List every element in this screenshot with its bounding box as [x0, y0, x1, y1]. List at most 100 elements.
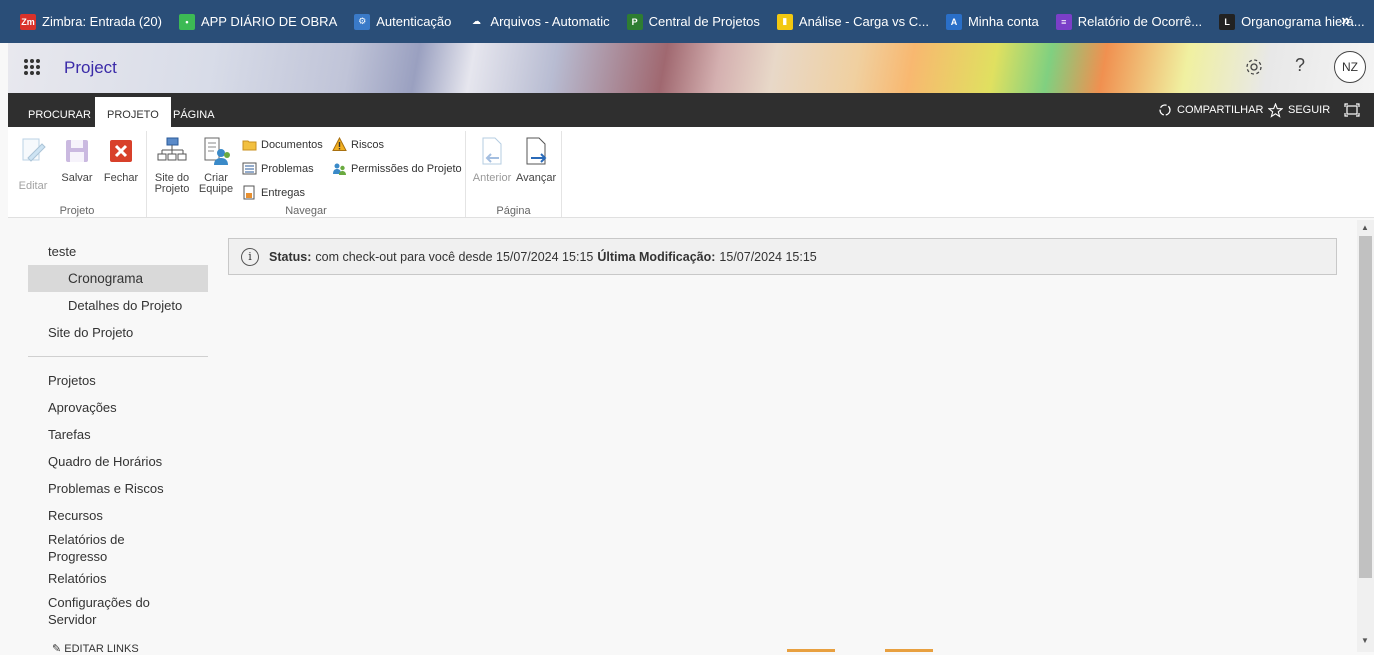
- user-avatar[interactable]: NZ: [1334, 51, 1366, 83]
- documents-button[interactable]: Documentos: [242, 137, 323, 152]
- edit-links-label: EDITAR LINKS: [64, 643, 139, 655]
- share-button[interactable]: COMPARTILHAR: [1158, 93, 1263, 127]
- gear-globe-icon: ⚙: [354, 13, 371, 30]
- project-site-button[interactable]: Site do Projeto: [153, 136, 191, 195]
- status-bar: i Status: com check-out para você desde …: [228, 238, 1337, 275]
- tab-projeto[interactable]: PROJETO: [95, 97, 171, 127]
- previous-button[interactable]: Anterior: [472, 136, 512, 184]
- bookmarks-overflow-button[interactable]: »: [1341, 12, 1350, 30]
- next-label: Avançar: [516, 172, 557, 184]
- bookmark-item[interactable]: ▮ Análise - Carga vs C...: [776, 0, 929, 43]
- create-team-label-2: Equipe: [198, 183, 234, 195]
- tab-procurar[interactable]: PROCURAR: [16, 97, 103, 127]
- bookmark-item[interactable]: Zm Zimbra: Entrada (20): [20, 0, 162, 43]
- save-label: Salvar: [61, 172, 93, 184]
- suite-bar: Project ? NZ: [8, 43, 1374, 93]
- project-permissions-button[interactable]: Permissões do Projeto: [332, 161, 462, 176]
- bookmark-label: Arquivos - Automatic: [490, 14, 610, 29]
- ribbon-group-label: Navegar: [285, 205, 327, 217]
- bookmark-item[interactable]: ≡ Relatório de Ocorrê...: [1055, 0, 1203, 43]
- powerbi-icon: ▮: [776, 13, 793, 30]
- info-icon: i: [241, 247, 259, 266]
- ribbon-group-navegar: Site do Projeto Criar Equipe Documentos: [147, 131, 466, 217]
- ribbon-tab-bar: PROCURAR PROJETO PÁGINA COMPARTILHAR SEG…: [8, 93, 1374, 127]
- risks-button[interactable]: Riscos: [332, 137, 384, 152]
- nav-link[interactable]: Problemas e Riscos: [28, 475, 208, 502]
- ribbon-group-projeto: Editar Salvar Fechar Projeto: [8, 131, 147, 217]
- bookmark-label: Análise - Carga vs C...: [798, 14, 929, 29]
- azure-icon: A: [945, 13, 962, 30]
- app-launcher-icon[interactable]: [24, 59, 40, 75]
- save-icon: [66, 140, 88, 162]
- risks-label: Riscos: [351, 138, 385, 151]
- close-button[interactable]: Fechar: [103, 136, 139, 184]
- edit-icon: [22, 138, 46, 162]
- bookmark-label: Zimbra: Entrada (20): [42, 14, 162, 29]
- star-icon: [1268, 102, 1283, 118]
- help-icon[interactable]: ?: [1295, 55, 1305, 76]
- edit-label: Editar: [18, 180, 48, 192]
- ribbon-group-label: Projeto: [59, 205, 95, 217]
- previous-page-icon: [482, 137, 502, 165]
- nav-link[interactable]: teste: [28, 238, 208, 265]
- issues-list-icon: [242, 162, 257, 175]
- bookmark-item[interactable]: A Minha conta: [945, 0, 1039, 43]
- next-button[interactable]: Avançar: [516, 136, 556, 184]
- share-label: COMPARTILHAR: [1177, 104, 1264, 116]
- tab-pagina[interactable]: PÁGINA: [161, 97, 227, 127]
- scroll-down-arrow-icon[interactable]: ▼: [1361, 636, 1369, 645]
- previous-label: Anterior: [472, 172, 512, 184]
- app-dot-icon: •: [178, 13, 195, 30]
- bookmark-label: Autenticação: [376, 14, 452, 29]
- nav-link[interactable]: Aprovações: [28, 394, 208, 421]
- deliverables-icon: [243, 185, 255, 200]
- nav-link[interactable]: Detalhes do Projeto: [28, 292, 208, 319]
- warning-icon: [332, 137, 347, 151]
- bookmark-item[interactable]: P Central de Projetos: [626, 0, 760, 43]
- app-title[interactable]: Project: [64, 58, 117, 78]
- nav-link[interactable]: Recursos: [28, 502, 208, 529]
- permissions-people-icon: [333, 163, 346, 175]
- close-label: Fechar: [103, 172, 139, 184]
- forms-icon: ≡: [1055, 13, 1072, 30]
- project-icon: P: [626, 13, 643, 30]
- settings-gear-icon[interactable]: [1244, 57, 1264, 77]
- bookmark-item[interactable]: • APP DIÁRIO DE OBRA: [178, 0, 337, 43]
- org-icon: L: [1219, 13, 1236, 30]
- nav-link[interactable]: Tarefas: [28, 421, 208, 448]
- deliverables-button[interactable]: Entregas: [242, 185, 305, 200]
- issues-button[interactable]: Problemas: [242, 161, 314, 176]
- edit-button[interactable]: Editar: [16, 136, 50, 192]
- nav-link[interactable]: Projetos: [28, 367, 208, 394]
- scroll-up-arrow-icon[interactable]: ▲: [1361, 223, 1369, 232]
- zimbra-icon: Zm: [20, 13, 36, 30]
- nav-link[interactable]: Configurações do Servidor: [28, 592, 178, 628]
- ribbon-group-pagina: Anterior Avançar Página: [466, 131, 562, 217]
- ribbon-group-label: Página: [496, 205, 531, 217]
- follow-button[interactable]: SEGUIR: [1268, 93, 1330, 127]
- folder-icon: [242, 140, 257, 151]
- nav-link[interactable]: Relatórios de Progresso: [28, 529, 178, 565]
- bookmark-label: Central de Projetos: [648, 14, 760, 29]
- scrollbar-thumb[interactable]: [1359, 236, 1372, 578]
- follow-label: SEGUIR: [1288, 104, 1331, 116]
- modified-label: Última Modificação:: [597, 249, 716, 264]
- nav-link[interactable]: Cronograma: [28, 265, 208, 292]
- close-icon: [110, 140, 132, 162]
- bookmark-item[interactable]: ☁ Arquivos - Automatic: [468, 0, 610, 43]
- bookmark-item[interactable]: ⚙ Autenticação: [354, 0, 451, 43]
- vertical-scrollbar[interactable]: ▲ ▼: [1357, 220, 1374, 652]
- bookmark-label: Relatório de Ocorrê...: [1077, 14, 1203, 29]
- ribbon: Editar Salvar Fechar Projeto Site do Pro…: [8, 127, 1374, 218]
- focus-mode-icon[interactable]: [1344, 103, 1360, 117]
- nav-divider: [28, 356, 208, 357]
- nav-link[interactable]: Quadro de Horários: [28, 448, 208, 475]
- nav-link[interactable]: Relatórios: [28, 565, 208, 592]
- bookmarks-bar: Zm Zimbra: Entrada (20) • APP DIÁRIO DE OBR…: [0, 0, 1374, 43]
- create-team-button[interactable]: Criar Equipe: [197, 136, 235, 195]
- documents-label: Documentos: [261, 138, 323, 151]
- save-button[interactable]: Salvar: [60, 136, 94, 184]
- nav-link[interactable]: Site do Projeto: [28, 319, 208, 346]
- pencil-icon: ✎: [52, 643, 65, 655]
- edit-links-button[interactable]: ✎ EDITAR LINKS: [52, 642, 139, 655]
